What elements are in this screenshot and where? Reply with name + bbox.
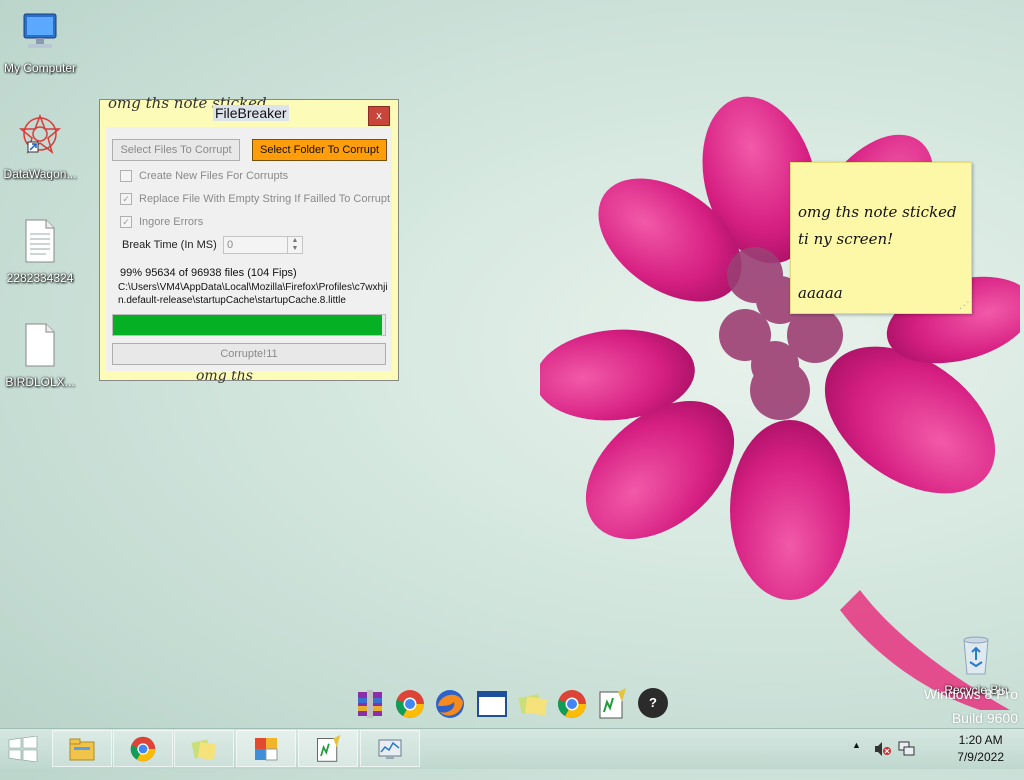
recycle-bin-icon (963, 636, 989, 675)
taskbar-task-manager[interactable] (360, 730, 420, 767)
checkbox-icon (120, 170, 132, 182)
checkmark-icon: ✓ (120, 193, 132, 205)
sticky-note-line: omg ths note sticked (798, 203, 957, 221)
chrome-icon (130, 736, 156, 762)
file-explorer-icon (69, 738, 95, 761)
system-clock[interactable]: 1:20 AM 7/9/2022 (957, 732, 1004, 766)
firefox-icon[interactable] (434, 688, 466, 720)
break-time-value: 0 (227, 239, 234, 251)
checkbox-label: Ingore Errors (139, 216, 204, 228)
desktop-icon-label: 2282334324 (6, 271, 74, 285)
clock-date: 7/9/2022 (957, 750, 1004, 764)
taskbar-chrome[interactable] (113, 730, 173, 767)
folders-icon[interactable] (516, 688, 548, 720)
text-file-icon (25, 219, 55, 263)
task-manager-icon (378, 739, 402, 759)
break-time-label: Break Time (In MS) (122, 239, 217, 251)
chrome-icon[interactable] (394, 688, 426, 720)
taskbar-notepad-plus[interactable] (298, 730, 358, 767)
show-hidden-icons-chevron-up-icon[interactable]: ▲ (852, 740, 861, 780)
sticky-note-line: ti ny screen! (798, 230, 894, 248)
checkbox-label: Create New Files For Corrupts (139, 170, 289, 182)
taskbar-sticky-notes[interactable] (174, 730, 234, 767)
computer-icon (23, 13, 57, 48)
corrupt-button[interactable]: Corrupte!11 (112, 343, 386, 365)
progress-bar (112, 314, 386, 336)
break-time-stepper[interactable]: 0 ▲ ▼ (223, 236, 303, 254)
windows-edition-watermark: Windows 8 Pro (923, 686, 1018, 702)
desktop-icon-label: My Computer (3, 61, 77, 75)
taskbar-file-explorer[interactable] (52, 730, 112, 767)
close-button[interactable]: x (368, 106, 390, 126)
progress-bar-fill (113, 315, 383, 335)
winrar-icon[interactable] (354, 688, 386, 720)
control-panel-icon (255, 738, 278, 761)
chrome-icon[interactable] (556, 688, 588, 720)
speaker-muted-icon[interactable] (874, 741, 892, 757)
sticky-note[interactable]: omg ths note sticked ti ny screen! aaaaa… (790, 162, 972, 314)
desktop-icon-birdlolx[interactable]: BIRDLOLX... (0, 322, 80, 389)
desktop-icon-my-computer[interactable]: My Computer (0, 10, 80, 75)
checkmark-icon: ✓ (120, 216, 132, 228)
desktop-icon-file-2282334324[interactable]: 2282334324 (0, 218, 80, 285)
spinner-arrows-icon[interactable]: ▲ ▼ (287, 237, 302, 253)
filebreaker-client-area: Select Files To Corrupt Select Folder To… (106, 127, 392, 371)
desktop-icon-label: DataWagon... (3, 167, 77, 181)
desktop-icon-datawagon[interactable]: DataWagon... (0, 112, 80, 181)
filebreaker-window[interactable]: omg ths note sticked omg ths FileBreaker… (99, 94, 399, 384)
notepad-icon[interactable] (596, 688, 628, 720)
window-icon[interactable] (476, 688, 508, 720)
desktop-icon-label: BIRDLOLX... (5, 375, 75, 389)
blank-file-icon (25, 323, 55, 367)
select-folder-button[interactable]: Select Folder To Corrupt (252, 139, 387, 161)
start-button[interactable] (8, 736, 38, 762)
taskbar: ▲ 1:20 AM 7/9/2022 (0, 728, 1024, 769)
resize-grip-icon[interactable]: ⋰ (959, 301, 968, 311)
select-files-button[interactable]: Select Files To Corrupt (112, 139, 240, 161)
sticky-notes-icon (191, 739, 217, 761)
replace-empty-string-checkbox[interactable]: ✓ Replace File With Empty String If Fail… (120, 193, 390, 205)
checkbox-label: Replace File With Empty String If Faille… (139, 193, 391, 205)
clock-time: 1:20 AM (958, 733, 1003, 747)
window-title: FileBreaker (213, 105, 289, 121)
sticky-note-line: aaaaa (798, 284, 843, 302)
windows-build-watermark: Build 9600 (951, 710, 1018, 726)
taskbar-control-panel[interactable] (236, 730, 296, 767)
notepad-plus-icon (317, 735, 341, 762)
help-icon[interactable]: ? (638, 688, 668, 718)
ignore-errors-checkbox[interactable]: ✓ Ingore Errors (120, 216, 203, 228)
datawagon-icon (18, 113, 62, 154)
network-icon[interactable] (898, 741, 916, 757)
progress-status-text: 99% 95634 of 96938 files (104 Fips) (120, 267, 297, 279)
create-new-files-checkbox[interactable]: Create New Files For Corrupts (120, 170, 288, 182)
current-file-path: C:\Users\VM4\AppData\Local\Mozilla\Firef… (118, 282, 388, 306)
